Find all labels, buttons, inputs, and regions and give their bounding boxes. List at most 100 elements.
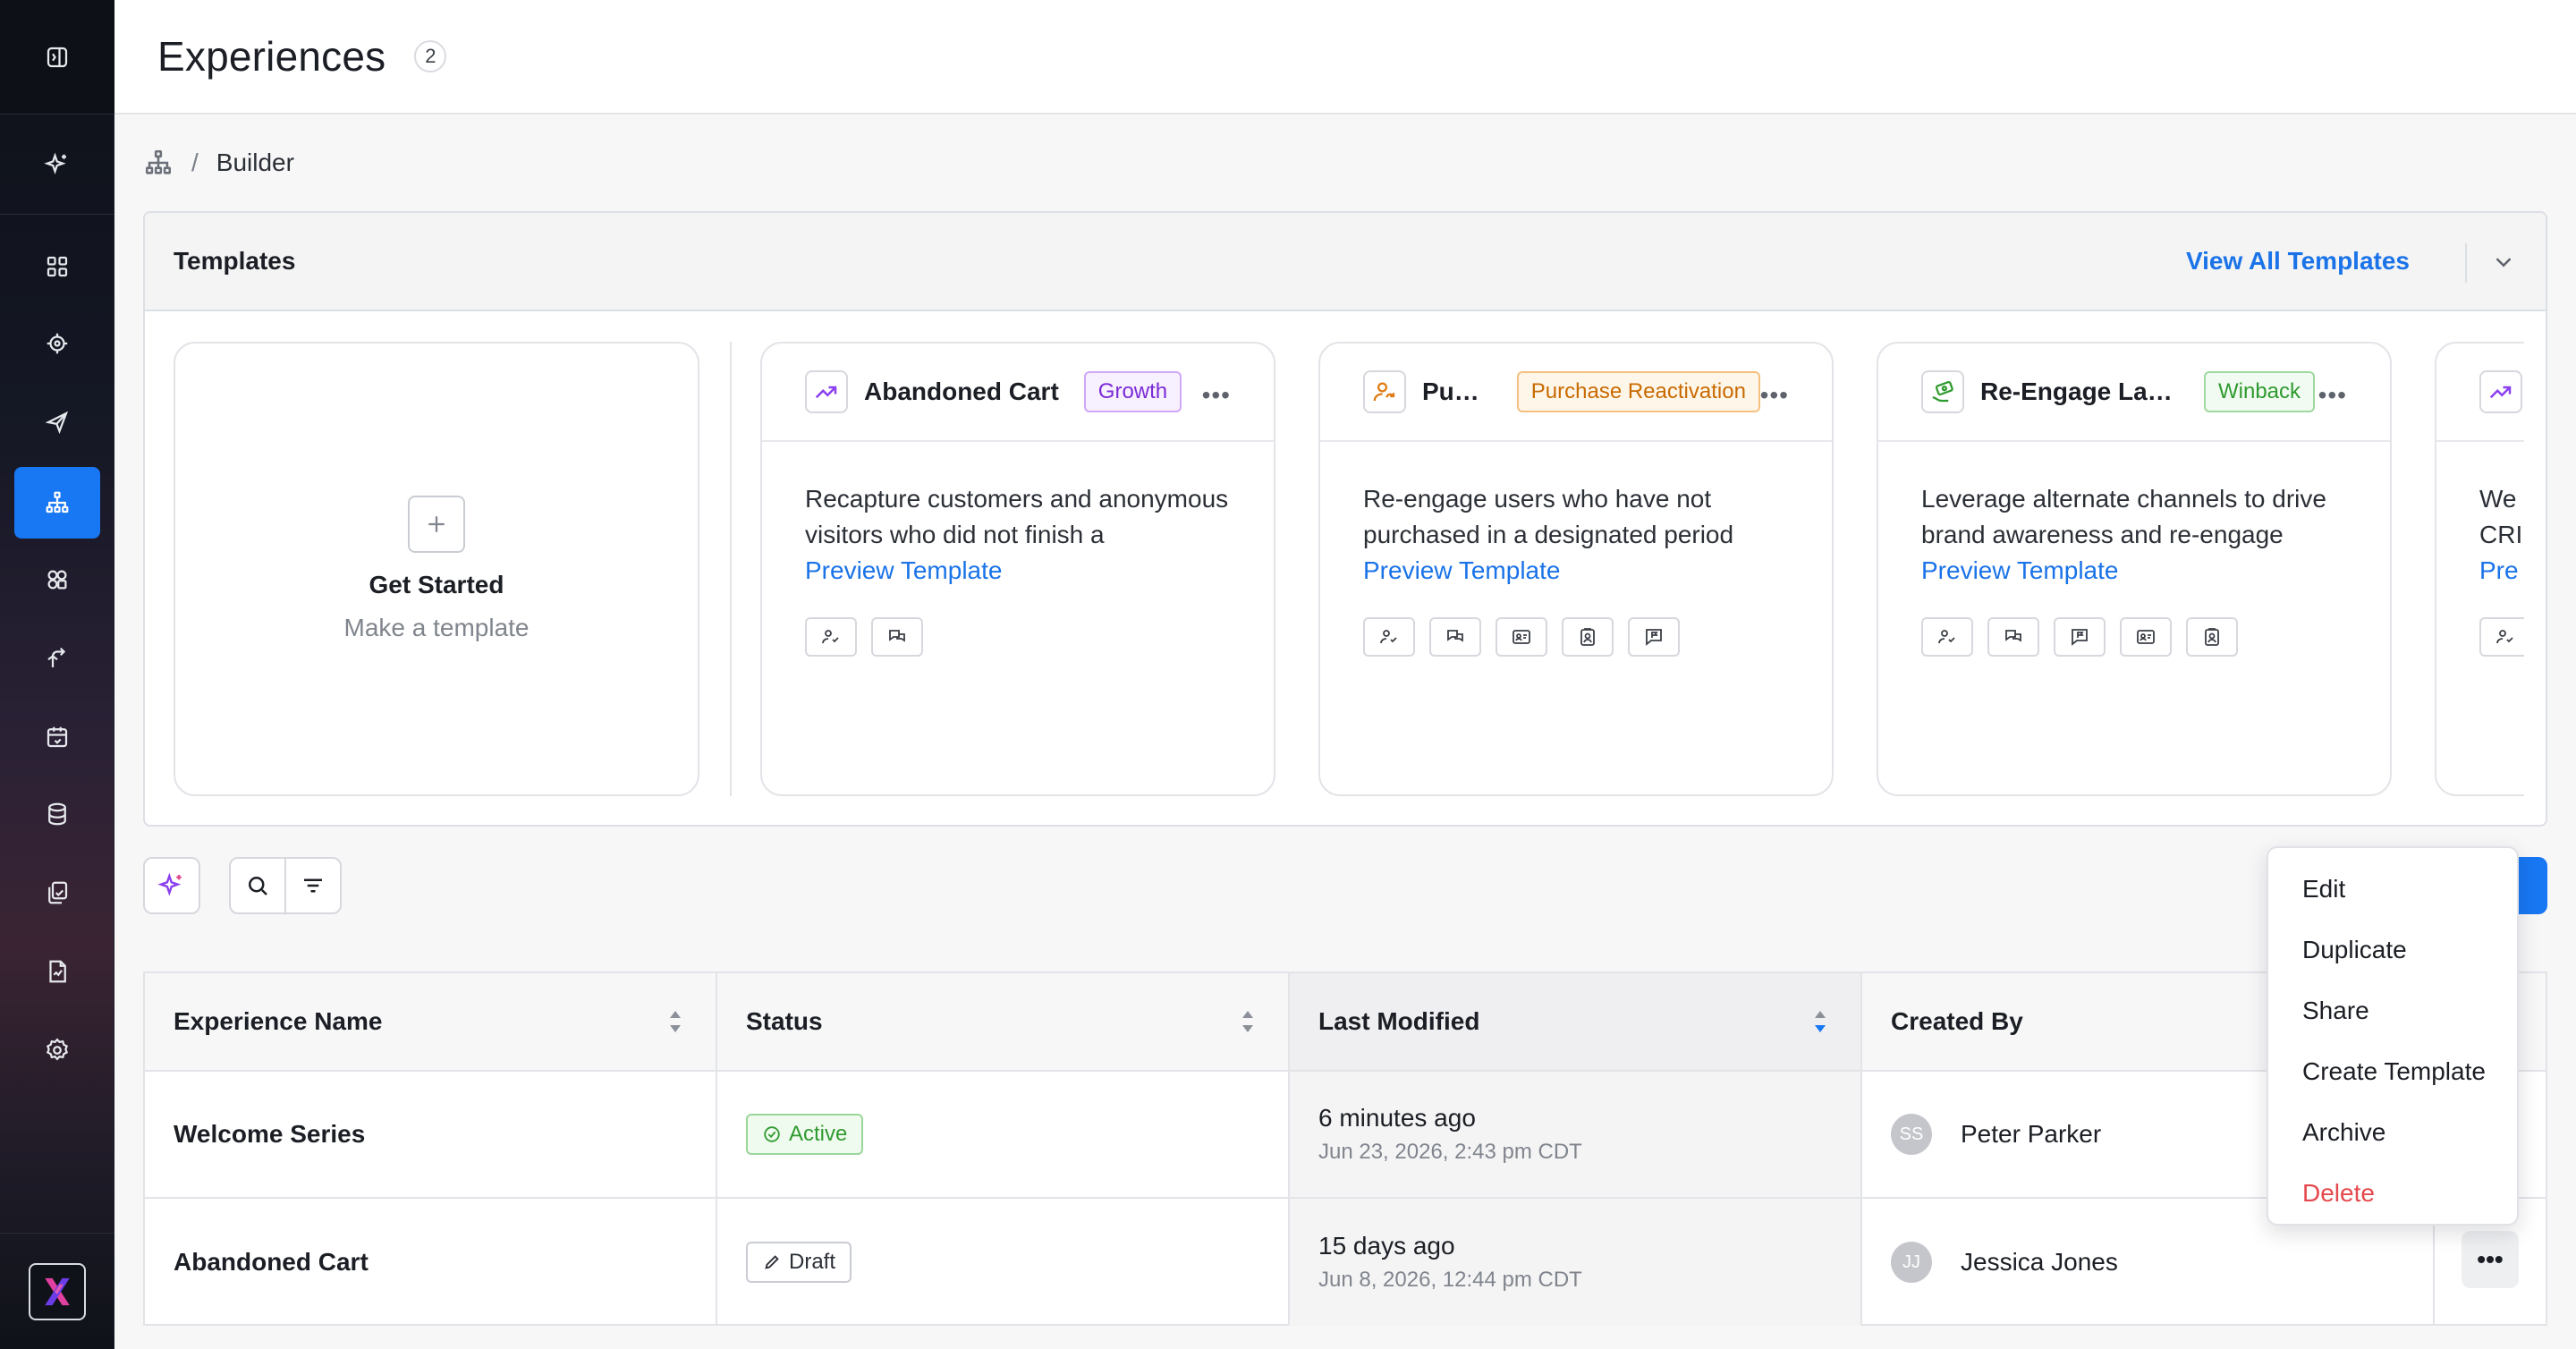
menu-item-archive[interactable]: Archive (2268, 1102, 2517, 1163)
filter-icon (304, 878, 322, 893)
sidebar-item-reports[interactable] (14, 936, 100, 1007)
template-card[interactable]: Abandoned Cart Growth ••• Recapture cust… (760, 342, 1275, 796)
view-all-templates-link[interactable]: View All Templates (2186, 247, 2410, 276)
sparkle-icon (44, 152, 66, 174)
sort-desc-icon (1815, 1011, 1826, 1032)
sidebar-item-dashboard[interactable] (14, 231, 100, 302)
sidebar-toggle-button[interactable] (0, 0, 114, 115)
status-badge: Active (746, 1114, 864, 1155)
template-card[interactable]: Pu… Purchase Reactivation ••• Re-engage … (1318, 342, 1834, 796)
brand-logo[interactable] (29, 1263, 86, 1320)
count-badge: 2 (414, 40, 447, 72)
column-header-name[interactable]: Experience Name (145, 973, 717, 1070)
audience-icon (805, 617, 857, 657)
row-more-button[interactable]: ••• (2462, 1231, 2519, 1288)
more-options-icon[interactable]: ••• (1760, 381, 1789, 410)
experience-name[interactable]: Abandoned Cart (174, 1248, 369, 1277)
template-tag: Winback (2204, 371, 2316, 412)
sidebar-item-segments[interactable] (14, 544, 100, 615)
get-started-title: Get Started (369, 571, 504, 598)
modified-relative: 6 minutes ago (1318, 1104, 1476, 1132)
more-options-icon[interactable]: ••• (2318, 381, 2347, 410)
table-row[interactable]: Abandoned Cart Draft 15 days ago Jun 8, … (145, 1199, 2546, 1326)
avatar: JJ (1891, 1242, 1932, 1283)
modified-absolute: Jun 23, 2026, 2:43 pm CDT (1318, 1140, 1582, 1164)
templates-panel: Templates View All Templates Get Started… (143, 211, 2547, 827)
header-divider (2465, 243, 2467, 283)
segments-icon (47, 570, 67, 590)
template-description: Leverage alternate channels to drive bra… (1921, 485, 2326, 548)
sidebar-item-data[interactable] (14, 778, 100, 850)
menu-item-delete[interactable]: Delete (2268, 1163, 2517, 1224)
chat-icon (871, 617, 923, 657)
sidebar-item-campaigns[interactable] (14, 386, 100, 458)
menu-item-edit[interactable]: Edit (2268, 859, 2517, 920)
template-title: Pu… (1422, 378, 1479, 405)
channel-list (1921, 617, 2347, 657)
database-icon (48, 802, 66, 826)
sidebar-item-settings[interactable] (14, 1014, 100, 1086)
toolbar-group (229, 857, 342, 914)
experiences-table: Experience Name Status Last Modified Cre… (143, 971, 2547, 1326)
creator-name: Peter Parker (1961, 1120, 2102, 1148)
menu-item-create-template[interactable]: Create Template (2268, 1041, 2517, 1102)
template-tag: Purchase Reactivation (1516, 371, 1760, 412)
dashboard-icon (47, 256, 68, 277)
contact-icon (1562, 617, 1614, 657)
sidebar-divider (0, 1233, 114, 1234)
modified-absolute: Jun 8, 2026, 12:44 pm CDT (1318, 1268, 1582, 1292)
settings-icon (46, 1038, 69, 1061)
message-flag-icon (1628, 617, 1680, 657)
hierarchy-icon (46, 491, 69, 513)
menu-item-duplicate[interactable]: Duplicate (2268, 920, 2517, 980)
template-card-header: Abandoned Cart Growth ••• (762, 344, 1274, 442)
template-card[interactable]: Re-Engage Lap… Winback ••• Leverage alte… (1877, 342, 2392, 796)
sidebar-item-library[interactable] (14, 857, 100, 929)
table-row[interactable]: Welcome Series Active 6 minutes ago Jun … (145, 1072, 2546, 1199)
menu-item-share[interactable]: Share (2268, 980, 2517, 1041)
search-button[interactable] (231, 859, 284, 912)
page-title: Experiences (157, 33, 386, 80)
breadcrumb-current: Builder (216, 148, 294, 176)
sidebar-item-journeys[interactable] (14, 623, 100, 694)
templates-header: Templates View All Templates (145, 213, 2546, 311)
sidebar-item-targeting[interactable] (14, 308, 100, 379)
ai-assist-button[interactable] (143, 857, 200, 914)
send-icon (45, 411, 69, 435)
template-description: Recapture customers and anonymous visito… (805, 485, 1229, 548)
template-tag: Growth (1083, 371, 1182, 412)
breadcrumb: / Builder (143, 143, 294, 182)
more-options-icon[interactable]: ••• (1202, 381, 1231, 410)
chevron-down-icon[interactable] (2490, 249, 2517, 276)
preview-template-link[interactable]: Preview Template (805, 553, 1231, 589)
panel-fade (2524, 313, 2546, 825)
sidebar-item-ai[interactable] (0, 115, 114, 215)
library-icon (48, 881, 68, 904)
template-card-header: Pu… Purchase Reactivation ••• (1320, 344, 1832, 442)
template-card-header: Re-Engage Lap… Winback ••• (1878, 344, 2390, 442)
template-title: Re-Engage Lap… (1980, 378, 2179, 405)
pencil-icon (765, 1255, 779, 1269)
report-icon (49, 960, 66, 983)
sidebar-item-calendar[interactable] (14, 701, 100, 773)
page-header: Experiences 2 (114, 0, 2576, 115)
avatar: SS (1891, 1114, 1932, 1155)
filter-button[interactable] (284, 859, 340, 912)
column-header-last-modified[interactable]: Last Modified (1290, 973, 1862, 1070)
experience-name[interactable]: Welcome Series (174, 1120, 365, 1149)
id-card-icon (2120, 617, 2172, 657)
plus-icon (408, 496, 465, 553)
sidebar (0, 0, 114, 1349)
check-circle-icon (764, 1126, 780, 1142)
sidebar-item-experiences[interactable] (14, 467, 100, 539)
cards-divider (730, 342, 732, 796)
creator-name: Jessica Jones (1961, 1248, 2118, 1276)
template-title: Abandoned Cart (864, 378, 1059, 405)
preview-template-link[interactable]: Preview Template (1363, 553, 1789, 589)
journey-icon (47, 647, 66, 667)
get-started-card[interactable]: Get Started Make a template (174, 342, 699, 796)
hierarchy-icon[interactable] (143, 148, 174, 178)
preview-template-link[interactable]: Preview Template (1921, 553, 2347, 589)
sparkle-icon (157, 872, 182, 896)
column-header-status[interactable]: Status (717, 973, 1290, 1070)
